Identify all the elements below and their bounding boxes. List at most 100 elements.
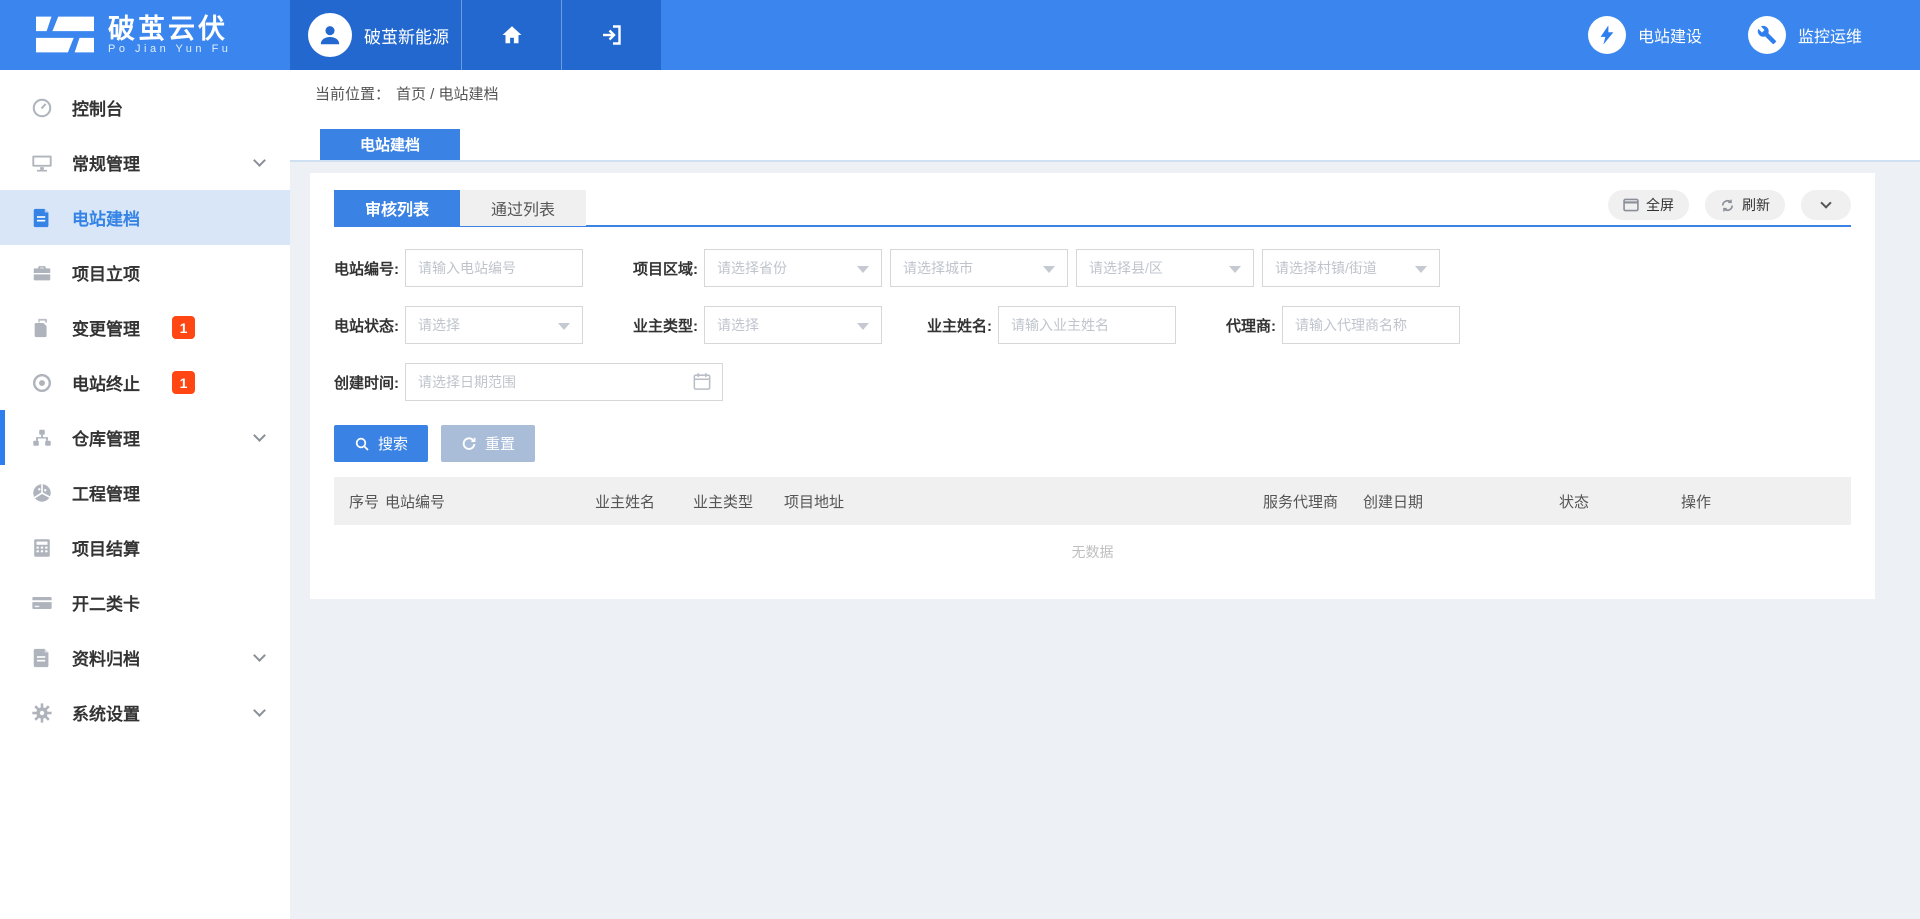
reset-button[interactable]: 重置 (441, 425, 535, 462)
sidebar-item-label: 仓库管理 (72, 425, 140, 450)
monitor-icon (30, 151, 54, 175)
sidebar-item-label: 项目立项 (72, 260, 140, 285)
copy-icon (30, 316, 54, 340)
sidebar: 控制台 常规管理 电站建档 项目立项 (0, 70, 290, 919)
fullscreen-button[interactable]: 全屏 (1608, 190, 1689, 220)
sidebar-item-station-archive[interactable]: 电站建档 (0, 190, 290, 245)
caret-down-icon (1415, 266, 1427, 273)
lightning-icon (1596, 24, 1618, 46)
owner-name-label: 业主姓名: (927, 315, 992, 336)
tab-passed-list[interactable]: 通过列表 (460, 190, 586, 226)
created-time-label: 创建时间: (334, 372, 399, 393)
station-status-label: 电站状态: (334, 315, 399, 336)
logo-title: 破茧云伏 (108, 15, 231, 43)
calendar-icon (693, 372, 711, 396)
col-status: 状态 (1555, 477, 1677, 525)
chevron-down-icon (253, 154, 266, 167)
filter-row-2: 电站状态: 请选择 业主类型: 请选择 业主姓名: 代理商: (334, 306, 1851, 344)
sidebar-item-station-termination[interactable]: 电站终止 1 (0, 355, 290, 410)
date-range-picker[interactable] (405, 363, 723, 401)
nav-monitor-ops[interactable]: 监控运维 (1748, 16, 1862, 54)
archive-icon (30, 646, 54, 670)
sidebar-item-project-settlement[interactable]: 项目结算 (0, 520, 290, 575)
sidebar-item-change-mgmt[interactable]: 变更管理 1 (0, 300, 290, 355)
briefcase-icon (30, 261, 54, 285)
home-button[interactable] (461, 0, 561, 70)
tab-review-list[interactable]: 审核列表 (334, 190, 460, 226)
town-select[interactable]: 请选择村镇/街道 (1262, 249, 1440, 287)
sidebar-item-label: 常规管理 (72, 150, 140, 175)
tab-station-archive[interactable]: 电站建档 (320, 129, 460, 160)
refresh-button[interactable]: 刷新 (1705, 190, 1785, 220)
nav-label: 电站建设 (1638, 23, 1702, 47)
logout-button[interactable] (561, 0, 661, 70)
calculator-icon (30, 536, 54, 560)
header-account-section: 破茧新能源 (290, 0, 661, 70)
col-created-date: 创建日期 (1359, 477, 1555, 525)
sidebar-item-general-mgmt[interactable]: 常规管理 (0, 135, 290, 190)
account-menu[interactable]: 破茧新能源 (290, 0, 461, 70)
province-select[interactable]: 请选择省份 (704, 249, 882, 287)
notification-badge: 1 (172, 371, 195, 394)
logout-icon (600, 23, 624, 47)
station-no-input[interactable] (405, 249, 583, 287)
chart-pie-icon (30, 481, 54, 505)
sidebar-item-label: 工程管理 (72, 480, 140, 505)
col-actions: 操作 (1677, 477, 1851, 525)
sidebar-item-open-card[interactable]: 开二类卡 (0, 575, 290, 630)
sidebar-item-console[interactable]: 控制台 (0, 80, 290, 135)
logo-icon (36, 14, 94, 56)
chevron-down-icon (1820, 197, 1831, 208)
table-header-row: 序号 电站编号 业主姓名 业主类型 项目地址 服务代理商 创建日期 状态 操作 (334, 477, 1851, 525)
credit-card-icon (30, 591, 54, 615)
region-label: 项目区域: (633, 258, 698, 279)
avatar (308, 13, 352, 57)
sidebar-item-system-settings[interactable]: 系统设置 (0, 685, 290, 740)
caret-down-icon (857, 323, 869, 330)
col-station-no: 电站编号 (381, 477, 591, 525)
search-button[interactable]: 搜索 (334, 425, 428, 462)
agent-input[interactable] (1282, 306, 1460, 344)
home-icon (500, 23, 524, 47)
gauge-icon (30, 96, 54, 120)
sidebar-item-label: 电站终止 (72, 370, 140, 395)
sidebar-item-label: 项目结算 (72, 535, 140, 560)
caret-down-icon (1229, 266, 1241, 273)
county-select[interactable]: 请选择县/区 (1076, 249, 1254, 287)
station-status-select[interactable]: 请选择 (405, 306, 583, 344)
panel-tab-bar: 审核列表 通过列表 全屏 (334, 191, 1851, 227)
sidebar-item-warehouse-mgmt[interactable]: 仓库管理 (0, 410, 290, 465)
filter-form: 电站编号: 项目区域: 请选择省份 请选择城市 请选择县/区 请选择村镇/街道 (334, 227, 1851, 462)
owner-name-input[interactable] (998, 306, 1176, 344)
top-header: 破茧云伏 Po Jian Yun Fu 破茧新能源 (0, 0, 1920, 70)
caret-down-icon (857, 266, 869, 273)
nav-station-construction[interactable]: 电站建设 (1588, 16, 1702, 54)
owner-type-label: 业主类型: (633, 315, 698, 336)
sidebar-item-project-initiation[interactable]: 项目立项 (0, 245, 290, 300)
record-icon (30, 371, 54, 395)
date-range-input[interactable] (405, 363, 723, 401)
agent-label: 代理商: (1226, 315, 1276, 336)
document-icon (30, 206, 54, 230)
wrench-icon (1757, 25, 1777, 45)
chevron-down-icon (253, 649, 266, 662)
owner-type-select[interactable]: 请选择 (704, 306, 882, 344)
col-owner-type: 业主类型 (689, 477, 780, 525)
sidebar-item-label: 资料归档 (72, 645, 140, 670)
breadcrumb-path: 首页 / 电站建档 (396, 83, 499, 104)
chevron-down-icon (253, 704, 266, 717)
refresh-icon (1720, 198, 1735, 213)
city-select[interactable]: 请选择城市 (890, 249, 1068, 287)
user-avatar-icon (317, 22, 343, 48)
collapse-button[interactable] (1801, 190, 1851, 220)
col-seq: 序号 (334, 477, 381, 525)
notification-badge: 1 (172, 316, 195, 339)
gear-icon (30, 701, 54, 725)
sidebar-item-data-archive[interactable]: 资料归档 (0, 630, 290, 685)
header-right-nav: 电站建设 监控运维 (661, 0, 1920, 70)
logo-subtitle: Po Jian Yun Fu (108, 43, 231, 56)
sidebar-item-label: 系统设置 (72, 700, 140, 725)
sidebar-item-engineering-mgmt[interactable]: 工程管理 (0, 465, 290, 520)
col-project-address: 项目地址 (780, 477, 1259, 525)
main-content: 当前位置： 首页 / 电站建档 电站建档 审核列表 通过列表 全屏 (290, 70, 1920, 919)
